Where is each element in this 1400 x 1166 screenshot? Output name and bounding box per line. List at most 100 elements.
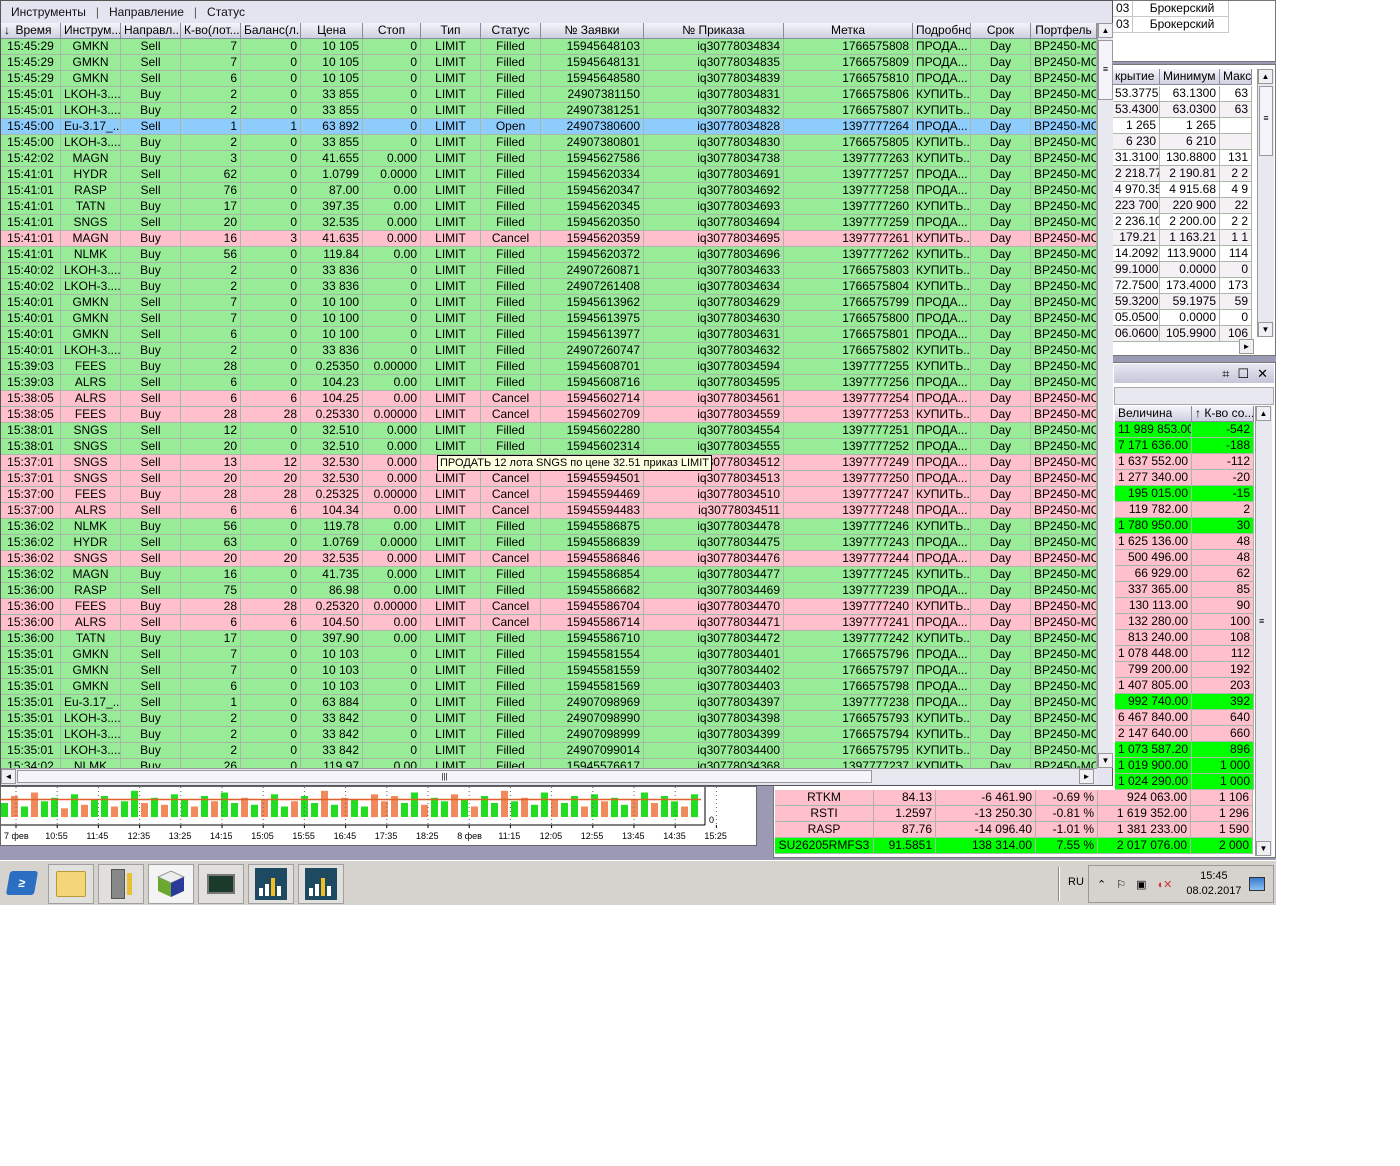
filter-direction[interactable]: Направление [109, 5, 184, 19]
close-icon[interactable]: ✕ [1257, 366, 1268, 382]
chart-app-icon[interactable] [248, 864, 294, 904]
order-row[interactable]: 15:37:01 SNGS Sell 20 20 32.530 0.000 LIMIT Canc… [1, 471, 1097, 487]
order-row[interactable]: 15:41:01 TATN Buy 17 0 397.35 0.00 LIMIT Filled 1… [1, 199, 1097, 215]
position-row[interactable]: 500 496.00 48 [1115, 550, 1254, 566]
order-row[interactable]: 15:45:01 LKOH-3.... Buy 2 0 33 855 0 LIMIT Fille… [1, 87, 1097, 103]
quote-row[interactable]: 59.3200 59.1975 59 [1112, 294, 1252, 310]
quotes-column-header[interactable]: крытие [1112, 69, 1160, 85]
column-header-status[interactable]: Статус [481, 23, 541, 39]
order-row[interactable]: 15:41:01 RASP Sell 76 0 87.00 0.00 LIMIT Filled 1… [1, 183, 1097, 199]
order-row[interactable]: 15:40:01 LKOH-3.... Buy 2 0 33 836 0 LIMIT Fille… [1, 343, 1097, 359]
position-row[interactable]: 1 780 950.00 30 [1115, 518, 1254, 534]
scroll-up-button[interactable]: ▲ [1098, 23, 1113, 38]
quote-row[interactable]: 4 970.35 4 915.68 4 9 [1112, 182, 1252, 198]
order-row[interactable]: 15:35:01 LKOH-3.... Buy 2 0 33 842 0 LIMIT Fille… [1, 743, 1097, 759]
order-row[interactable]: 15:35:01 GMKN Sell 6 0 10 103 0 LIMIT Filled 1594… [1, 679, 1097, 695]
order-row[interactable]: 15:41:01 MAGN Buy 16 3 41.635 0.000 LIMIT Cancel… [1, 231, 1097, 247]
quote-row[interactable]: 14.2092 113.9000 114 [1112, 246, 1252, 262]
scroll-thumb[interactable]: ≡ [1259, 86, 1273, 156]
order-row[interactable]: 15:40:02 LKOH-3.... Buy 2 0 33 836 0 LIMIT Fille… [1, 279, 1097, 295]
column-header-instrument[interactable]: Инструм... [61, 23, 121, 39]
scroll-down-button[interactable]: ▼ [1098, 753, 1113, 768]
account-row[interactable]: 03 Брокерский [1113, 17, 1229, 33]
scroll-up-button[interactable]: ▲ [1258, 69, 1273, 84]
pin-icon[interactable]: ⌗ [1222, 366, 1229, 382]
scroll-down-button[interactable]: ▼ [1258, 322, 1273, 337]
scroll-right-button[interactable]: ► [1079, 769, 1094, 784]
scroll-right-button[interactable]: ► [1239, 339, 1254, 354]
position-row[interactable]: SU26205RMFS3 91.5851 138 314.00 7.55 % 2 017… [775, 838, 1253, 854]
show-desktop-icon[interactable] [1249, 877, 1266, 891]
column-header-time[interactable]: ↓ Время [1, 23, 61, 39]
position-row[interactable]: 1 078 448.00 112 [1115, 646, 1254, 662]
order-row[interactable]: 15:37:00 ALRS Sell 6 6 104.34 0.00 LIMIT Cancel 1… [1, 503, 1097, 519]
order-row[interactable]: 15:40:01 GMKN Sell 7 0 10 100 0 LIMIT Filled 1594… [1, 311, 1097, 327]
order-row[interactable]: 15:38:05 ALRS Sell 6 6 104.25 0.00 LIMIT Cancel 1… [1, 391, 1097, 407]
order-row[interactable]: 15:41:01 NLMK Buy 56 0 119.84 0.00 LIMIT Filled 1… [1, 247, 1097, 263]
orders-vertical-scrollbar[interactable]: ▲ ≡ ▼ [1097, 23, 1113, 768]
column-header-price[interactable]: Цена [301, 23, 363, 39]
quote-row[interactable]: 53.3775 63.1300 63 [1112, 86, 1252, 102]
network-icon[interactable]: ▣ [1136, 878, 1146, 891]
order-row[interactable]: 15:35:01 GMKN Sell 7 0 10 103 0 LIMIT Filled 1594… [1, 647, 1097, 663]
show-hidden-icons-icon[interactable]: ⌃ [1097, 878, 1106, 891]
position-row[interactable]: 1 019 900.00 1 000 [1115, 758, 1254, 774]
quote-row[interactable]: 223 700 220 900 22 [1112, 198, 1252, 214]
column-header-order-number[interactable]: № Заявки [541, 23, 644, 39]
order-row[interactable]: 15:41:01 SNGS Sell 20 0 32.535 0.000 LIMIT Fille… [1, 215, 1097, 231]
quote-row[interactable]: 179.21 1 163.21 1 1 [1112, 230, 1252, 246]
order-row[interactable]: 15:45:01 LKOH-3.... Buy 2 0 33 855 0 LIMIT Fille… [1, 103, 1097, 119]
order-row[interactable]: 15:36:02 MAGN Buy 16 0 41.735 0.000 LIMIT Filled… [1, 567, 1097, 583]
flag-icon[interactable]: ⚐ [1116, 878, 1126, 891]
powershell-icon[interactable]: ≥ [5, 871, 39, 895]
position-row[interactable]: 132 280.00 100 [1115, 614, 1254, 630]
quotes-vertical-scrollbar[interactable]: ▲ ≡ ▼ [1257, 69, 1274, 337]
order-row[interactable]: 15:40:02 LKOH-3.... Buy 2 0 33 836 0 LIMIT Fille… [1, 263, 1097, 279]
position-row[interactable]: 1 073 587.20 896 [1115, 742, 1254, 758]
column-header-portfolio[interactable]: Портфель [1031, 23, 1097, 39]
order-row[interactable]: 15:38:01 SNGS Sell 12 0 32.510 0.000 LIMIT Fille… [1, 423, 1097, 439]
order-row[interactable]: 15:40:01 GMKN Sell 6 0 10 100 0 LIMIT Filled 1594… [1, 327, 1097, 343]
column-header-type[interactable]: Тип [421, 23, 481, 39]
chart-app-icon[interactable] [298, 864, 344, 904]
position-row[interactable]: 337 365.00 85 [1115, 582, 1254, 598]
clock[interactable]: 15:45 08.02.2017 [1186, 869, 1241, 899]
filter-instruments[interactable]: Инструменты [11, 5, 86, 19]
orders-horizontal-scrollbar[interactable]: ◄ ||| ► [1, 768, 1097, 784]
order-row[interactable]: 15:38:05 FEES Buy 28 28 0.25330 0.00000 LIMIT Ca… [1, 407, 1097, 423]
position-row[interactable]: RSTI 1.2597 -13 250.30 -0.81 % 1 619 352.00 1… [775, 806, 1253, 822]
server-manager-icon[interactable] [98, 864, 144, 904]
order-row[interactable]: 15:45:00 LKOH-3.... Buy 2 0 33 855 0 LIMIT Fille… [1, 135, 1097, 151]
order-row[interactable]: 15:39:03 FEES Buy 28 0 0.25350 0.00000 LIMIT Fil… [1, 359, 1097, 375]
position-row[interactable]: 1 625 136.00 48 [1115, 534, 1254, 550]
positions-vertical-scrollbar[interactable]: ▲ ≡ ▼ [1255, 406, 1272, 856]
position-row[interactable]: 2 147 640.00 660 [1115, 726, 1254, 742]
position-row[interactable]: RASP 87.76 -14 096.40 -1.01 % 1 381 233.00 1 … [775, 822, 1253, 838]
order-row[interactable]: 15:36:02 NLMK Buy 56 0 119.78 0.00 LIMIT Filled 1… [1, 519, 1097, 535]
column-header-direction[interactable]: Направл... [121, 23, 181, 39]
language-indicator[interactable]: RU [1068, 876, 1084, 888]
filter-status[interactable]: Статус [207, 5, 245, 19]
order-row[interactable]: 15:35:01 LKOH-3.... Buy 2 0 33 842 0 LIMIT Fille… [1, 727, 1097, 743]
order-row[interactable]: 15:36:02 HYDR Sell 63 0 1.0769 0.0000 LIMIT Fill… [1, 535, 1097, 551]
order-row[interactable]: 15:38:01 SNGS Sell 20 0 32.510 0.000 LIMIT Fille… [1, 439, 1097, 455]
monitor-icon[interactable] [198, 864, 244, 904]
scroll-up-button[interactable]: ▲ [1256, 406, 1271, 421]
position-row[interactable]: 130 113.00 90 [1115, 598, 1254, 614]
explorer-icon[interactable] [48, 864, 94, 904]
quote-row[interactable]: 06.0600 105.9900 106 [1112, 326, 1252, 342]
maximize-icon[interactable]: ☐ [1237, 366, 1249, 382]
scroll-thumb[interactable]: ||| [17, 770, 872, 783]
position-row[interactable]: 992 740.00 392 [1115, 694, 1254, 710]
quotes-column-header[interactable]: Минимум [1160, 69, 1220, 85]
order-row[interactable]: 15:42:02 MAGN Buy 3 0 41.655 0.000 LIMIT Filled 1… [1, 151, 1097, 167]
scroll-thumb[interactable]: ≡ [1098, 40, 1113, 100]
column-header-quantity[interactable]: К-во(лот... [181, 23, 241, 39]
quote-row[interactable]: 1 265 1 265 [1112, 118, 1252, 134]
position-row[interactable]: 1 024 290.00 1 000 [1115, 774, 1254, 790]
position-row[interactable]: 119 782.00 2 [1115, 502, 1254, 518]
order-row[interactable]: 15:36:00 ALRS Sell 6 6 104.50 0.00 LIMIT Cancel 1… [1, 615, 1097, 631]
position-row[interactable]: 1 277 340.00 -20 [1115, 470, 1254, 486]
quote-row[interactable]: 2 218.77 2 190.81 2 2 [1112, 166, 1252, 182]
order-row[interactable]: 15:41:01 HYDR Sell 62 0 1.0799 0.0000 LIMIT Fill… [1, 167, 1097, 183]
